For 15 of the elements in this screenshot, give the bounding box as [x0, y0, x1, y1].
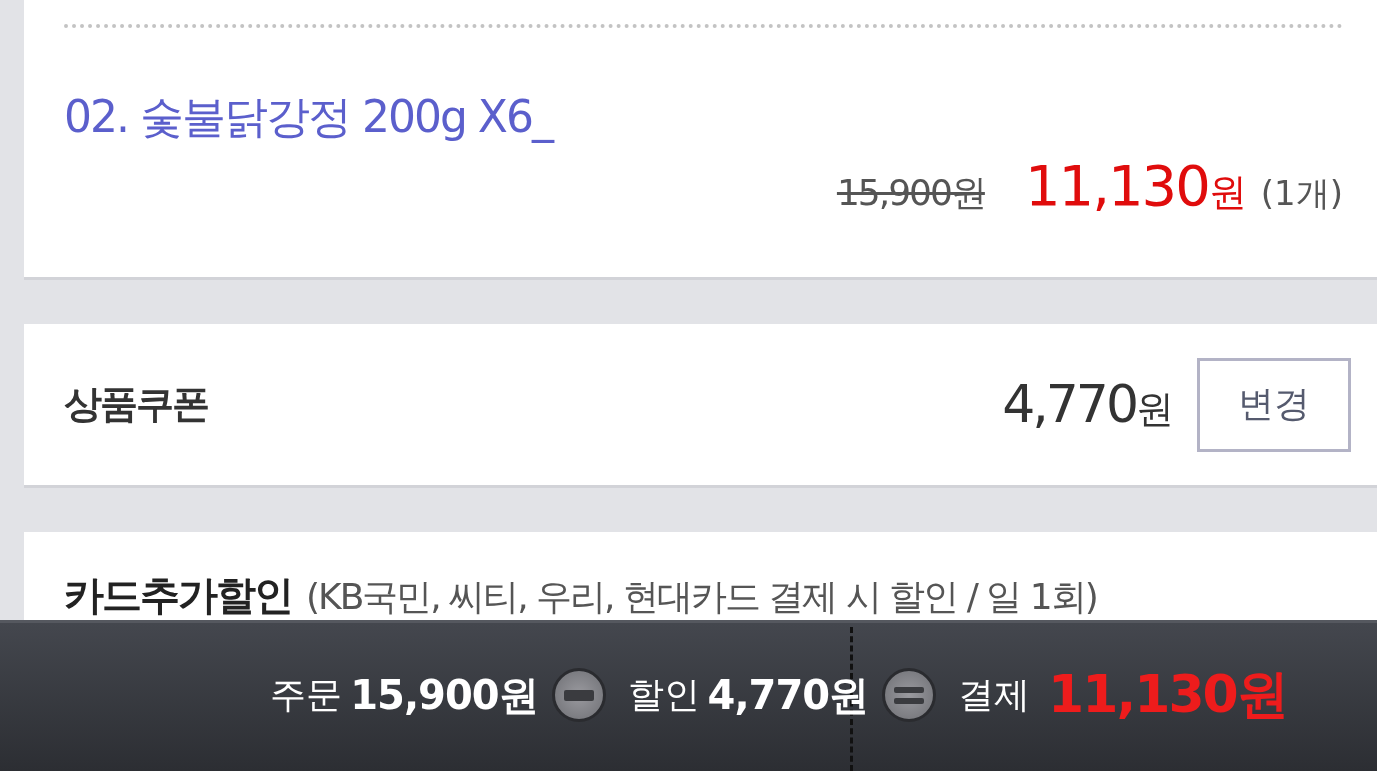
total-amount: 11,130원 — [1048, 663, 1287, 726]
summary-amount: 15,900원 — [350, 670, 538, 720]
original-price: 15,900원 — [836, 171, 985, 215]
quantity: (1개) — [1260, 172, 1343, 215]
summary-label: 주문 — [270, 672, 343, 717]
card-discount-label: 카드추가할인 — [64, 571, 292, 620]
sale-price: 11,130원 — [1024, 153, 1245, 218]
coupon-amount: 4,770원 — [1002, 374, 1171, 435]
summary-label: 할인 — [627, 672, 700, 717]
summary-amount: 4,770원 — [707, 670, 869, 720]
summary-label: 결제 — [958, 672, 1031, 717]
card-discount-note: (KB국민, 씨티, 우리, 현대카드 결제 시 할인 / 일 1회) — [306, 575, 1097, 619]
product-name: 02. 숯불닭강정 200g X6_ — [64, 90, 555, 145]
change-button[interactable]: 변경 — [1197, 357, 1351, 452]
coupon-label: 상품쿠폰 — [64, 381, 209, 428]
